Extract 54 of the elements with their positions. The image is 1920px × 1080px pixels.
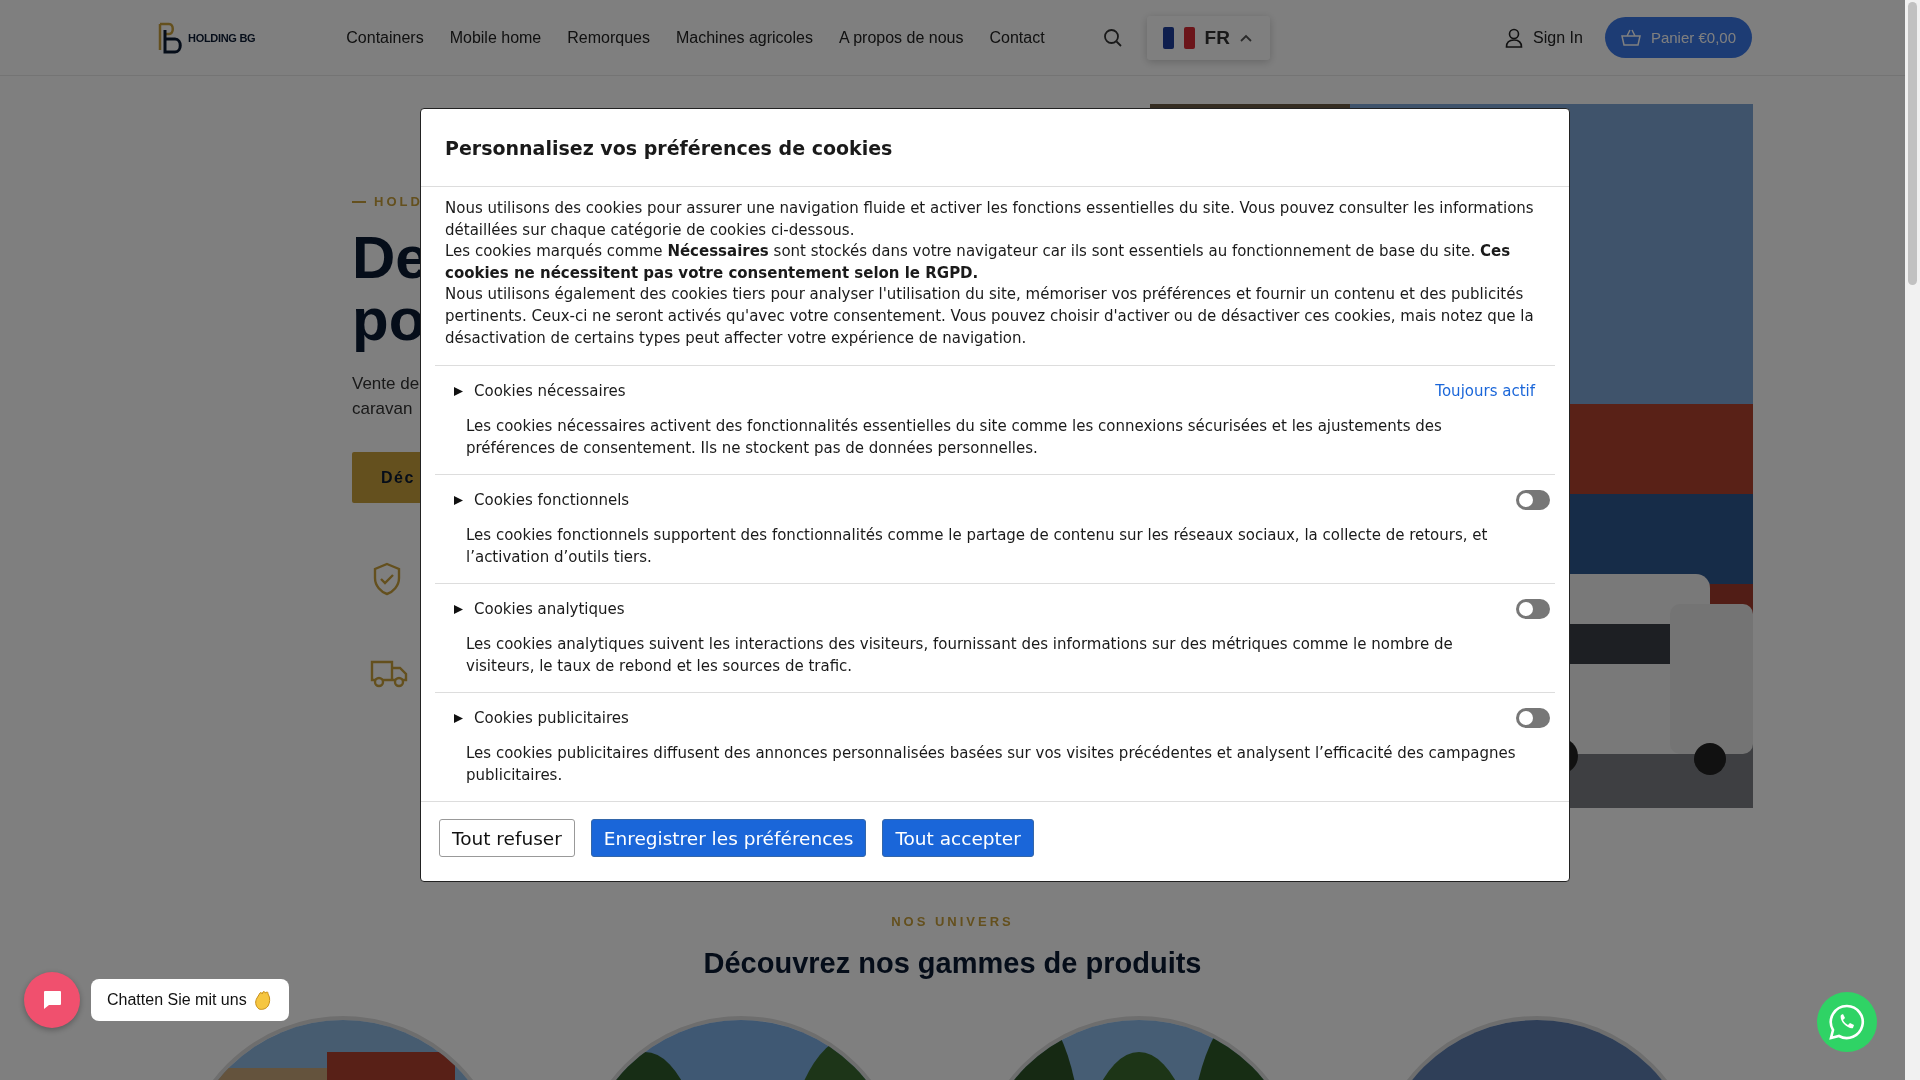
logo-text[interactable]: HOLDING BG [188, 31, 256, 44]
modal-title: Personnalisez vos préférences de cookies [421, 109, 1569, 187]
user-icon[interactable] [1505, 27, 1524, 48]
basket-icon [1620, 28, 1641, 47]
action-button[interactable]: Tout accepter [882, 819, 1034, 858]
whatsapp-icon[interactable] [1817, 992, 1877, 1052]
reject-button[interactable]: Tout refuser [439, 819, 575, 858]
search-icon[interactable] [1102, 27, 1123, 48]
status-label: Toujours actif [1435, 382, 1535, 401]
flag-icon [1162, 26, 1195, 49]
hero-button[interactable]: Déc [352, 452, 420, 503]
category-description: Les cookies publicitaires diffusent des annonces personnalisées basées sur vos visites précédentes et analysent l’efficacité des campagnes publicitaires. [466, 743, 1517, 786]
chat-button[interactable] [24, 972, 80, 1028]
category-title[interactable]: Cookies analytiques [474, 600, 625, 619]
info-paragraph: Nous utilisons des cookies pour assurer une navigation fluide et activer les fonctions essentielles du site. Vous pouvez consulter les informations détaillées sur chaque catégorie de cookies ci-dessous. [445, 198, 1535, 241]
nav-link[interactable]: Mobile home [449, 28, 542, 47]
eyebrow-text: HOLD [374, 194, 423, 209]
nav-link[interactable]: Remorques [567, 28, 650, 47]
truck-icon [370, 658, 408, 688]
nav-link[interactable]: Contact [989, 28, 1045, 47]
cart-button[interactable]: Panier €0,00 [1604, 17, 1752, 58]
hero-subtitle: Vente de [352, 374, 420, 393]
logo-icon[interactable] [157, 21, 185, 54]
sign-in-link[interactable]: Sign In [1533, 28, 1583, 47]
hero-title: po [352, 286, 426, 353]
expand-arrow-icon[interactable] [453, 603, 464, 615]
category-description: Les cookies nécessaires activent des fonctionnalités essentielles du site comme les connexions sécurisées et les ajustements des préférences de consentement. Ils ne stockent pas de données personnelles. [466, 416, 1443, 459]
expand-arrow-icon[interactable] [453, 712, 464, 724]
category-title[interactable]: Cookies publicitaires [474, 709, 629, 728]
scrollbar[interactable] [1908, 2, 1917, 285]
toggle-switch[interactable] [1516, 708, 1550, 729]
language-selector[interactable]: FR [1146, 15, 1270, 60]
shield-check-icon [372, 562, 402, 596]
category-title[interactable]: Cookies fonctionnels [474, 491, 630, 510]
nav-link[interactable]: Machines agricoles [675, 28, 813, 47]
chat-prompt[interactable]: Chatten Sie mit uns [91, 979, 289, 1021]
logo-icon [158, 22, 182, 53]
section-eyebrow: NOS UNIVERS [891, 914, 1014, 929]
info-paragraph: Nous utilisons également des cookies tiers pour analyser l'utilisation du site, mémoriser vos préférences et fournir un contenu et des publicités pertinents. Ceux-ci ne seront activés qu'avec votre consentement. Vous pouvez choisir d'activer ou de désactiver ces cookies, mais notez que la désactivation de certains types peut affecter votre expérience de navigation. [445, 284, 1535, 349]
category-title[interactable]: Cookies nécessaires [474, 382, 626, 401]
expand-arrow-icon[interactable] [453, 385, 464, 397]
info-paragraph: Les cookies marqués comme Nécessaires sont stockés dans votre navigateur car ils sont essentiels au fonctionnement de base du site. Ces cookies ne nécessitent pas votre consentement selon le RGPD. [445, 241, 1512, 284]
hero-subtitle: caravan [352, 399, 413, 418]
section-title: Découvrez nos gammes de produits [703, 947, 1202, 980]
category-description: Les cookies analytiques suivent les interactions des visiteurs, fournissant des informations sur des métriques comme le nombre de visiteurs, le taux de rebond et les sources de trafic. [466, 634, 1454, 677]
toggle-switch[interactable] [1516, 490, 1550, 511]
chat-bubble-icon [41, 989, 63, 1011]
expand-arrow-icon[interactable] [453, 494, 464, 506]
nav-link[interactable]: A propos de nous [838, 28, 964, 47]
toggle-switch[interactable] [1516, 599, 1550, 620]
category-description: Les cookies fonctionnels supportent des fonctionnalités comme le partage de contenu sur les réseaux sociaux, la collecte de retours, et l’activation d’outils tiers. [466, 525, 1489, 568]
nav-link[interactable]: Containers [346, 28, 424, 47]
action-button[interactable]: Enregistrer les préférences [590, 819, 867, 858]
chat-prompt-text: Chatten Sie mit uns [107, 991, 247, 1009]
